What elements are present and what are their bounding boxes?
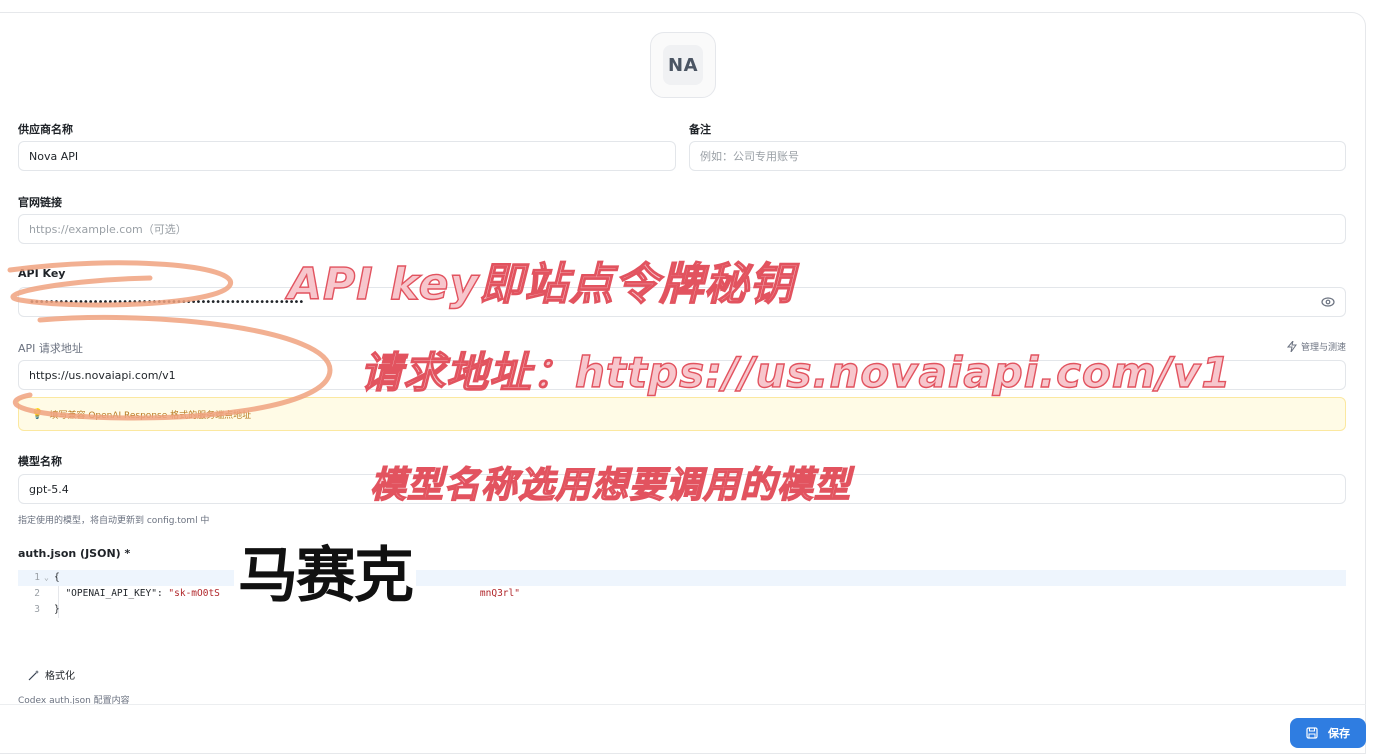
remark-label: 备注 xyxy=(689,123,711,136)
fold-chevron-icon[interactable]: ⌄ xyxy=(44,570,54,586)
model-value: gpt-5.4 xyxy=(29,482,69,496)
json-value-start: "sk-mO0tS xyxy=(168,588,220,599)
format-button[interactable]: 格式化 xyxy=(28,667,75,682)
model-hint: 指定使用的模型，将自动更新到 config.toml 中 xyxy=(18,516,210,526)
endpoint-notice-text: 填写兼容 OpenAI Response 格式的服务端点地址 xyxy=(49,410,252,421)
website-input[interactable]: https://example.com（可选） xyxy=(18,214,1346,244)
website-placeholder: https://example.com（可选） xyxy=(29,223,187,236)
auth-json-label: auth.json (JSON) * xyxy=(18,547,131,560)
eye-icon[interactable] xyxy=(1321,296,1335,308)
code-line[interactable]: 1 ⌄ { xyxy=(18,570,1346,586)
lightbulb-icon: 💡 xyxy=(31,408,44,420)
json-separator: : xyxy=(156,588,169,599)
provider-name-input[interactable]: Nova API xyxy=(18,141,676,171)
api-key-annotation: API key即站点令牌秘钥 xyxy=(287,258,795,310)
line-number: 3 xyxy=(34,604,40,615)
json-value-end: mnQ3rl" xyxy=(479,588,520,599)
endpoint-notice: 💡 填写兼容 OpenAI Response 格式的服务端点地址 xyxy=(18,397,1346,431)
remark-placeholder: 例如：公司专用账号 xyxy=(700,150,799,163)
remark-input[interactable]: 例如：公司专用账号 xyxy=(689,141,1346,171)
code-line[interactable]: 3 } xyxy=(18,602,1346,618)
provider-name-value: Nova API xyxy=(29,149,79,163)
save-button-label: 保存 xyxy=(1328,728,1350,740)
provider-avatar[interactable]: NA xyxy=(650,32,716,98)
api-url-label: API 请求地址 xyxy=(18,342,83,355)
json-key: "OPENAI_API_KEY" xyxy=(65,588,157,599)
manage-speedtest-label: 管理与测速 xyxy=(1300,343,1346,353)
line-number: 1 xyxy=(34,572,40,583)
format-button-label: 格式化 xyxy=(45,671,75,682)
api-key-label: API Key xyxy=(18,267,66,280)
provider-name-label: 供应商名称 xyxy=(18,123,73,136)
model-annotation: 模型名称选用想要调用的模型 xyxy=(369,464,852,506)
api-key-masked-value: ••••••••••••••••••••••••••••••••••••••••… xyxy=(29,296,304,308)
website-label: 官网链接 xyxy=(18,196,62,209)
mosaic-stamp: 马赛克 xyxy=(234,546,416,606)
save-button[interactable]: 保存 xyxy=(1290,718,1366,748)
save-icon xyxy=(1306,727,1318,739)
code-text: { xyxy=(54,572,60,583)
magic-wand-icon xyxy=(28,669,39,680)
line-number: 2 xyxy=(34,588,40,599)
code-text: } xyxy=(54,604,60,615)
api-url-value: https://us.novaiapi.com/v1 xyxy=(29,368,176,382)
model-label: 模型名称 xyxy=(18,455,62,468)
footer-divider xyxy=(0,704,1366,705)
avatar-initials: NA xyxy=(663,45,703,85)
url-annotation: 请求地址：https://us.novaiapi.com/v1 xyxy=(359,347,1232,397)
code-line[interactable]: 2 "OPENAI_API_KEY": "sk-mO0tS mnQ3rl" xyxy=(18,586,1346,602)
auth-json-editor[interactable]: 1 ⌄ { 2 "OPENAI_API_KEY": "sk-mO0tS mnQ3r… xyxy=(18,570,1346,626)
manage-speedtest-button[interactable]: 管理与测速 xyxy=(1286,340,1346,353)
lightning-icon xyxy=(1286,341,1297,352)
